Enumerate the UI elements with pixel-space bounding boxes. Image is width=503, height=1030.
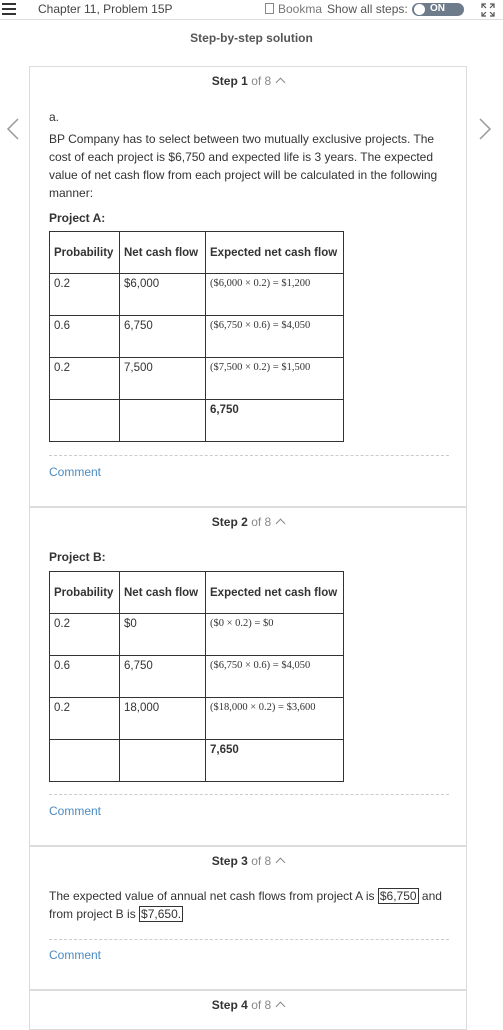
col-header: Expected net cash flow bbox=[205, 571, 344, 614]
project-b-table: Probability Net cash flow Expected net c… bbox=[49, 571, 344, 782]
collapse-caret-icon bbox=[275, 857, 286, 868]
col-header: Net cash flow bbox=[119, 231, 206, 274]
previous-arrow-icon[interactable] bbox=[6, 118, 20, 140]
table-row: 0.2 18,000 ($18,000 × 0.2) = $3,600 bbox=[49, 697, 344, 740]
col-header: Net cash flow bbox=[119, 571, 206, 614]
top-bar: Chapter 11, Problem 15P Bookma Show all … bbox=[0, 0, 503, 20]
step-card-4: Step 4 of 8 bbox=[29, 990, 467, 1030]
step-card-2: Step 2 of 8 Project B: Probability Net c… bbox=[29, 507, 467, 846]
expand-icon[interactable] bbox=[481, 3, 495, 17]
project-b-heading: Project B: bbox=[49, 550, 106, 564]
project-a-heading: Project A: bbox=[49, 211, 106, 225]
table-row: 0.6 6,750 ($6,750 × 0.6) = $4,050 bbox=[49, 655, 344, 698]
toggle-state-label: ON bbox=[430, 3, 445, 14]
collapse-caret-icon bbox=[275, 518, 286, 529]
step-2-title[interactable]: Step 2 of 8 bbox=[30, 515, 466, 529]
collapse-caret-icon bbox=[275, 1001, 286, 1012]
step-3-title[interactable]: Step 3 of 8 bbox=[30, 854, 466, 868]
page-heading: Step-by-step solution bbox=[190, 31, 313, 45]
step-1-title[interactable]: Step 1 of 8 bbox=[30, 74, 466, 88]
step-3-summary: The expected value of annual net cash fl… bbox=[49, 888, 442, 922]
project-a-value: $6,750 bbox=[377, 888, 419, 904]
col-header: Expected net cash flow bbox=[205, 231, 344, 274]
project-b-value: $7,650. bbox=[139, 906, 184, 922]
chapter-title: Chapter 11, Problem 15P bbox=[38, 2, 173, 16]
collapse-caret-icon bbox=[275, 77, 286, 88]
col-header: Probability bbox=[49, 231, 120, 274]
table-row: 6,750 bbox=[49, 399, 344, 442]
step-card-1: Step 1 of 8 a. BP Company has to select … bbox=[29, 66, 467, 507]
show-all-steps-toggle[interactable]: ON bbox=[412, 3, 464, 16]
table-row: 0.2 $6,000 ($6,000 × 0.2) = $1,200 bbox=[49, 273, 344, 316]
divider bbox=[49, 794, 449, 795]
part-label: a. bbox=[49, 110, 60, 124]
bookmark-icon bbox=[265, 3, 274, 14]
menu-icon[interactable] bbox=[2, 3, 16, 15]
intro-paragraph: BP Company has to select between two mut… bbox=[49, 132, 438, 200]
table-row: 7,650 bbox=[49, 739, 344, 782]
table-row: 0.2 $0 ($0 × 0.2) = $0 bbox=[49, 613, 344, 656]
project-a-table: Probability Net cash flow Expected net c… bbox=[49, 231, 344, 442]
step-4-title[interactable]: Step 4 of 8 bbox=[30, 998, 466, 1012]
toggle-knob bbox=[414, 4, 425, 15]
step-card-3: Step 3 of 8 The expected value of annual… bbox=[29, 846, 467, 990]
comment-link[interactable]: Comment bbox=[49, 465, 101, 479]
next-arrow-icon[interactable] bbox=[478, 118, 492, 140]
show-all-steps-label: Show all steps: bbox=[327, 2, 408, 16]
col-header: Probability bbox=[49, 571, 120, 614]
divider bbox=[49, 939, 449, 940]
bookmark-button[interactable]: Bookma bbox=[265, 2, 322, 16]
table-row: 0.2 7,500 ($7,500 × 0.2) = $1,500 bbox=[49, 357, 344, 400]
total-cell: 6,750 bbox=[205, 399, 344, 442]
table-row: 0.6 6,750 ($6,750 × 0.6) = $4,050 bbox=[49, 315, 344, 358]
bookmark-label: Bookma bbox=[278, 2, 323, 16]
comment-link[interactable]: Comment bbox=[49, 804, 101, 818]
divider bbox=[49, 455, 449, 456]
total-cell: 7,650 bbox=[205, 739, 344, 782]
comment-link[interactable]: Comment bbox=[49, 948, 101, 962]
